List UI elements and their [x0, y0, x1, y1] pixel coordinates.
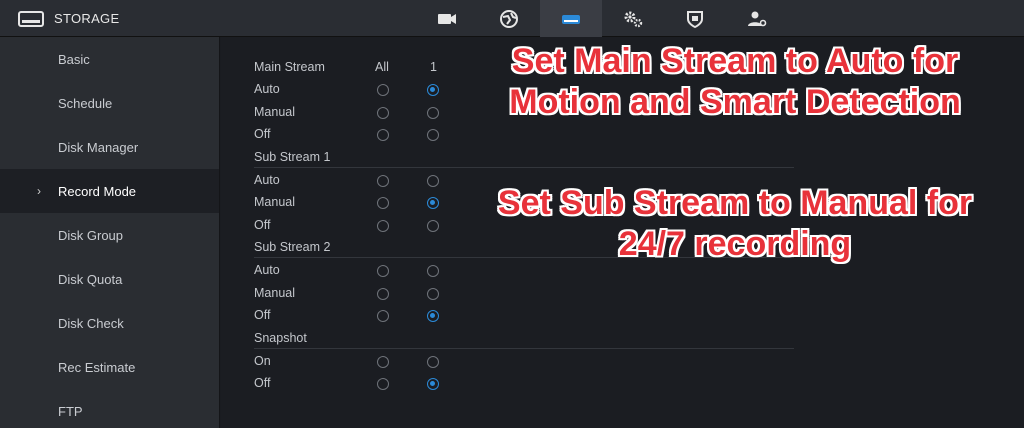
sidebar: Basic Schedule Disk Manager › Record Mode…: [0, 37, 220, 428]
storage-icon: [562, 14, 580, 24]
main-stream-auto-ch1-radio[interactable]: [427, 84, 439, 96]
sidebar-item-rec-estimate[interactable]: Rec Estimate: [0, 345, 219, 389]
sidebar-item-disk-manager[interactable]: Disk Manager: [0, 125, 219, 169]
caption-line: Set Sub Stream to Manual for: [497, 184, 973, 222]
sub-stream-1-off-ch1-radio[interactable]: [427, 220, 439, 232]
snapshot-on-all-radio[interactable]: [377, 356, 389, 368]
column-header-all: All: [375, 60, 389, 74]
sub-stream-1-off-all-radio[interactable]: [377, 220, 389, 232]
main-stream-manual-all-radio[interactable]: [377, 107, 389, 119]
tab-network[interactable]: [478, 0, 540, 37]
main-stream-off-all-radio[interactable]: [377, 129, 389, 141]
option-label: Off: [254, 127, 271, 141]
column-header-channel-1: 1: [430, 60, 437, 74]
sidebar-item-label: Disk Group: [58, 227, 124, 243]
shield-icon: [687, 10, 703, 28]
tab-camera[interactable]: [416, 0, 478, 37]
sidebar-item-disk-quota[interactable]: Disk Quota: [0, 257, 219, 301]
option-label: Auto: [254, 82, 280, 96]
sub-stream-1-header: Sub Stream 1: [254, 146, 794, 168]
sidebar-item-ftp[interactable]: FTP: [0, 389, 219, 428]
sub-stream-2-manual-all-radio[interactable]: [377, 288, 389, 300]
sidebar-item-label: Rec Estimate: [58, 359, 136, 375]
main-stream-off-ch1-radio[interactable]: [427, 129, 439, 141]
overlay-caption-sub-stream: Set Sub Stream to Manual for 24/7 record…: [440, 183, 1024, 265]
chevron-right-icon: ›: [37, 184, 41, 198]
main-stream-title: Main Stream: [254, 60, 325, 74]
option-label: On: [254, 354, 271, 368]
sub-stream-2-title: Sub Stream 2: [254, 239, 331, 254]
sidebar-item-disk-check[interactable]: Disk Check: [0, 301, 219, 345]
sub-stream-1-manual-all-radio[interactable]: [377, 197, 389, 209]
caption-line: 24/7 recording: [618, 225, 852, 263]
sub-stream-2-off-all-radio[interactable]: [377, 310, 389, 322]
app-brand: STORAGE: [18, 0, 119, 37]
tab-settings[interactable]: [602, 0, 664, 37]
page-title: STORAGE: [54, 11, 120, 26]
sub-stream-1-auto-ch1-radio[interactable]: [427, 175, 439, 187]
snapshot-header: Snapshot: [254, 327, 794, 349]
sidebar-item-label: Disk Check: [58, 315, 124, 331]
option-label: Manual: [254, 286, 295, 300]
main-stream-manual-ch1-radio[interactable]: [427, 107, 439, 119]
snapshot-off-all-radio[interactable]: [377, 378, 389, 390]
sidebar-item-schedule[interactable]: Schedule: [0, 81, 219, 125]
sidebar-item-label: Disk Manager: [58, 139, 139, 155]
option-label: Auto: [254, 263, 280, 277]
option-label: Manual: [254, 105, 295, 119]
top-bar: STORAGE: [0, 0, 1024, 37]
option-label: Manual: [254, 195, 295, 209]
sub-stream-1-auto-all-radio[interactable]: [377, 175, 389, 187]
option-label: Auto: [254, 173, 280, 187]
overlay-caption-main-stream: Set Main Stream to Auto for Motion and S…: [440, 41, 1024, 123]
network-icon: [500, 9, 518, 28]
sidebar-item-label: FTP: [58, 403, 83, 419]
hdd-icon: [18, 10, 44, 27]
snapshot-off-ch1-radio[interactable]: [427, 378, 439, 390]
sub-stream-2-off-row: Off: [254, 304, 794, 326]
sidebar-item-label: Record Mode: [58, 183, 137, 199]
snapshot-on-ch1-radio[interactable]: [427, 356, 439, 368]
sub-stream-1-manual-ch1-radio[interactable]: [427, 197, 439, 209]
sub-stream-2-manual-row: Manual: [254, 282, 794, 304]
caption-line: Motion and Smart Detection: [509, 83, 961, 121]
main-stream-off-row: Off: [254, 123, 794, 145]
snapshot-off-row: Off: [254, 372, 794, 394]
sub-stream-2-off-ch1-radio[interactable]: [427, 310, 439, 322]
snapshot-on-row: On: [254, 350, 794, 372]
sidebar-item-record-mode[interactable]: › Record Mode: [0, 169, 219, 213]
sidebar-item-disk-group[interactable]: Disk Group: [0, 213, 219, 257]
main-nav-tabs: [416, 0, 788, 37]
sidebar-item-label: Schedule: [58, 95, 113, 111]
sub-stream-2-auto-all-radio[interactable]: [377, 265, 389, 277]
caption-line: Set Main Stream to Auto for: [511, 42, 959, 80]
sidebar-item-label: Basic: [58, 51, 90, 67]
tab-account[interactable]: [726, 0, 788, 37]
sub-stream-2-manual-ch1-radio[interactable]: [427, 288, 439, 300]
tab-security[interactable]: [664, 0, 726, 37]
option-label: Off: [254, 218, 271, 232]
main-stream-auto-all-radio[interactable]: [377, 84, 389, 96]
sub-stream-2-auto-ch1-radio[interactable]: [427, 265, 439, 277]
sidebar-item-label: Disk Quota: [58, 271, 123, 287]
sidebar-item-basic[interactable]: Basic: [0, 37, 219, 81]
settings-gears-icon: [624, 11, 643, 27]
camera-icon: [438, 13, 456, 24]
sub-stream-1-title: Sub Stream 1: [254, 149, 331, 164]
account-icon: [748, 11, 767, 26]
option-label: Off: [254, 376, 271, 390]
tab-storage[interactable]: [540, 0, 602, 37]
snapshot-title: Snapshot: [254, 330, 307, 345]
option-label: Off: [254, 308, 271, 322]
